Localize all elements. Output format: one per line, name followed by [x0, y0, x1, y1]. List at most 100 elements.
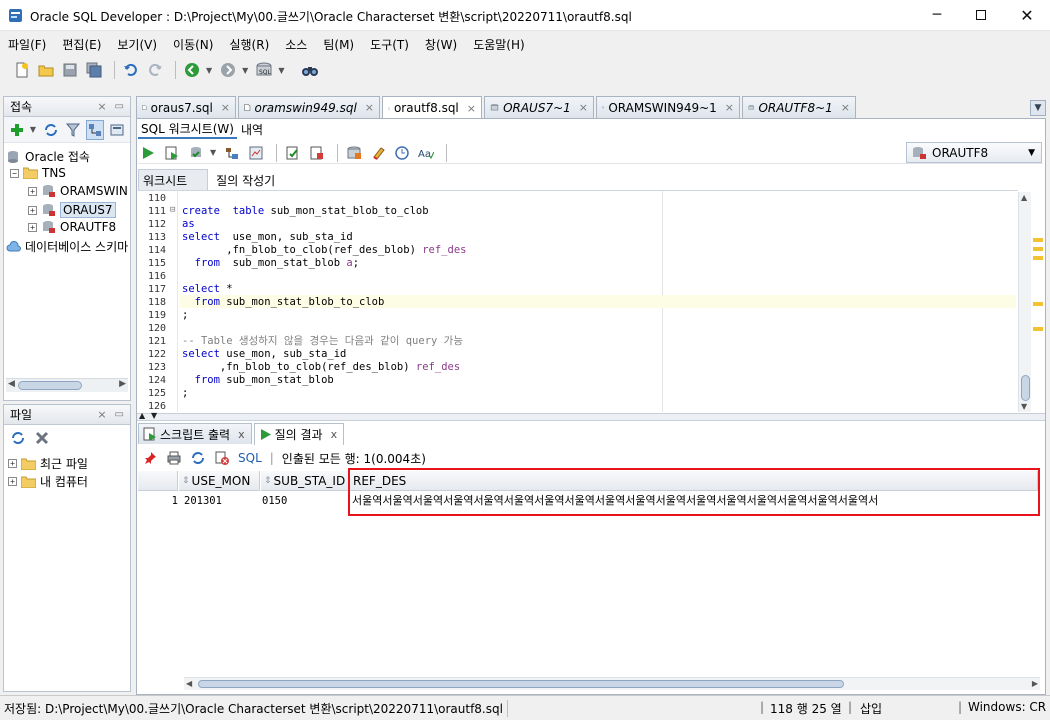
sql-history-button[interactable]	[392, 143, 412, 163]
collapse-icon[interactable]: −	[10, 168, 19, 178]
menu-run[interactable]: 실행(R)	[229, 36, 269, 53]
code-line[interactable]: ;	[182, 387, 188, 400]
close-tab-icon[interactable]: ×	[579, 101, 588, 114]
find-db-object-button[interactable]	[300, 60, 320, 80]
scroll-thumb[interactable]	[198, 680, 844, 688]
commit-dropdown[interactable]: ▼	[210, 148, 216, 157]
overview-mark[interactable]	[1033, 327, 1043, 331]
code-line[interactable]: ;	[182, 309, 188, 322]
manage-connections-button[interactable]	[108, 120, 126, 140]
scroll-thumb[interactable]	[1021, 375, 1030, 401]
close-panel-icon[interactable]: ×	[97, 100, 106, 113]
pin-button[interactable]	[140, 448, 160, 468]
autotrace-button[interactable]	[246, 143, 266, 163]
tree-database-schema[interactable]: 데이터베이스 스키마	[6, 238, 128, 255]
menu-edit[interactable]: 편집(E)	[62, 36, 101, 53]
scroll-thumb[interactable]	[18, 381, 82, 390]
code-line[interactable]: from sub_mon_stat_blob a;	[182, 257, 359, 270]
tab-list-dropdown[interactable]: ▼	[1030, 100, 1046, 116]
refresh-connections-button[interactable]	[42, 120, 60, 140]
subtab-history[interactable]: 내역	[237, 121, 267, 138]
unshared-worksheet-button[interactable]	[344, 143, 364, 163]
tab-oramswin949-worksheet[interactable]: ORAMSWIN949~1 ×	[596, 96, 740, 118]
collapse-down-icon[interactable]: ▼	[151, 411, 157, 420]
add-connection-button[interactable]	[8, 120, 26, 140]
scroll-down-icon[interactable]: ▼	[1021, 402, 1027, 411]
cell-ref-des[interactable]: 서울역서울역서울역서울역서울역서울역서울역서울역서울역서울역서울역서울역서울역서…	[352, 492, 1036, 510]
run-statement-button[interactable]	[138, 143, 158, 163]
sql-worksheet-button[interactable]: SQL	[254, 60, 274, 80]
minimize-button[interactable]: ─	[914, 0, 960, 30]
close-tab-icon[interactable]: x	[331, 428, 338, 441]
tab-oramswin949-sql[interactable]: oramswin949.sql ×	[238, 96, 380, 118]
tab-oraus7-worksheet[interactable]: ORAUS7~1 ×	[484, 96, 594, 118]
overview-mark[interactable]	[1033, 238, 1043, 242]
tree-connection-oramswin[interactable]: + ORAMSWIN	[28, 184, 128, 198]
menu-navigate[interactable]: 이동(N)	[173, 36, 213, 53]
results-hscrollbar[interactable]: ◀ ▶	[184, 677, 1040, 690]
back-button[interactable]	[182, 60, 202, 80]
close-panel-icon[interactable]: ×	[97, 408, 106, 421]
sql-link[interactable]: SQL	[238, 451, 262, 465]
scroll-up-icon[interactable]: ▲	[1021, 193, 1027, 202]
code-line[interactable]: create table sub_mon_stat_blob_to_clob	[182, 205, 429, 218]
collapse-up-icon[interactable]: ▲	[139, 411, 145, 420]
tree-oracle-connections[interactable]: Oracle 접속	[6, 148, 90, 165]
menu-file[interactable]: 파일(F)	[8, 36, 46, 53]
cell-use-mon[interactable]: 201301	[184, 492, 260, 510]
minimize-panel-icon[interactable]: ▭	[115, 101, 124, 112]
scroll-right-icon[interactable]: ▶	[119, 379, 126, 389]
connections-hscrollbar[interactable]: ◀ ▶	[6, 378, 128, 392]
scroll-left-icon[interactable]: ◀	[8, 379, 15, 389]
back-dropdown[interactable]: ▼	[206, 66, 212, 75]
scroll-left-icon[interactable]: ◀	[186, 679, 192, 688]
tab-oraus7-sql[interactable]: oraus7.sql ×	[136, 96, 236, 118]
tab-orautf8-worksheet[interactable]: ORAUTF8~1 ×	[742, 96, 856, 118]
schema-browser-button[interactable]	[85, 119, 105, 140]
commit-button[interactable]	[186, 143, 206, 163]
commit-transaction-button[interactable]	[283, 143, 303, 163]
fold-minus-icon[interactable]: ⊟	[170, 205, 175, 215]
redo-button[interactable]	[145, 60, 165, 80]
close-tab-icon[interactable]: ×	[725, 101, 734, 114]
tree-connection-orautf8[interactable]: + ORAUTF8	[28, 220, 116, 234]
column-header-use-mon[interactable]: ⇕ USE_MON	[179, 471, 260, 491]
open-file-button[interactable]	[36, 60, 56, 80]
column-header-sub-sta-id[interactable]: ⇕ SUB_STA_ID	[261, 471, 349, 491]
overview-mark[interactable]	[1033, 256, 1043, 260]
code-line[interactable]: select *	[182, 283, 233, 296]
menu-team[interactable]: 팀(M)	[323, 36, 354, 53]
code-line[interactable]: from sub_mon_stat_blob_to_clob	[182, 296, 385, 309]
tree-tns[interactable]: − TNS	[10, 166, 66, 180]
menu-source[interactable]: 소스	[285, 36, 307, 53]
close-tab-icon[interactable]: ×	[221, 101, 230, 114]
expand-icon[interactable]: +	[28, 186, 37, 196]
close-window-button[interactable]: ✕	[1004, 0, 1050, 30]
cell-sub-sta-id[interactable]: 0150	[262, 492, 348, 510]
menu-view[interactable]: 보기(V)	[117, 36, 157, 53]
connection-select[interactable]: ORAUTF8 ▼	[906, 142, 1042, 163]
filter-connections-button[interactable]	[64, 120, 82, 140]
scroll-right-icon[interactable]: ▶	[1032, 679, 1038, 688]
menu-help[interactable]: 도움말(H)	[473, 36, 525, 53]
column-header-ref-des[interactable]: REF_DES	[350, 471, 1038, 491]
run-script-button[interactable]	[162, 143, 182, 163]
tab-query-result[interactable]: 질의 결과 x	[253, 422, 345, 445]
cancel-query-button[interactable]	[212, 448, 232, 468]
tree-connection-oraus7[interactable]: + ORAUS7	[28, 202, 116, 218]
forward-dropdown[interactable]: ▼	[242, 66, 248, 75]
rollback-button[interactable]	[307, 143, 327, 163]
close-tab-icon[interactable]: x	[238, 428, 245, 441]
tree-recent-files[interactable]: + 최근 파일	[8, 455, 88, 472]
save-all-button[interactable]	[84, 60, 104, 80]
refresh-files-button[interactable]	[8, 428, 28, 448]
format-sql-button[interactable]: Aa	[416, 143, 436, 163]
code-line[interactable]: as	[182, 218, 195, 231]
editor-vscrollbar[interactable]: ▲ ▼	[1018, 192, 1031, 412]
close-tab-icon[interactable]: ×	[841, 101, 850, 114]
explain-plan-button[interactable]	[222, 143, 242, 163]
subtab-sql-worksheet[interactable]: SQL 워크시트(W)	[138, 120, 237, 139]
undo-button[interactable]	[121, 60, 141, 80]
sql-worksheet-dropdown[interactable]: ▼	[278, 66, 284, 75]
menu-tools[interactable]: 도구(T)	[370, 36, 409, 53]
